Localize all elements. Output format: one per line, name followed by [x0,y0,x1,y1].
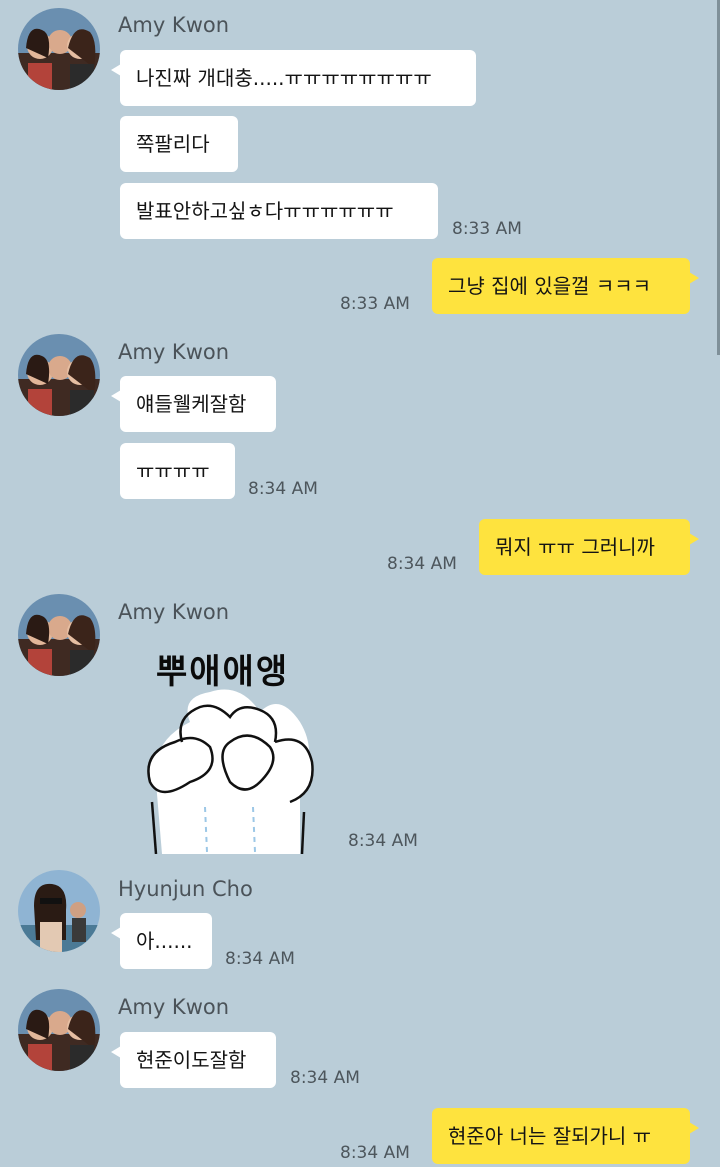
avatar-hyunjun-cho[interactable] [18,870,100,952]
sender-name: Amy Kwon [118,13,230,37]
message-bubble[interactable]: 아...... [111,913,212,969]
message-bubble[interactable]: 쪽팔리다 [120,116,238,172]
sender-name: Amy Kwon [118,995,230,1019]
message-timestamp: 8:34 AM [225,949,295,969]
message-timestamp: 8:34 AM [248,479,318,499]
message-timestamp: 8:33 AM [452,219,522,239]
sender-name: Amy Kwon [118,340,230,364]
message-timestamp: 8:34 AM [387,554,457,574]
message-bubble[interactable]: 얘들웰케잘함 [111,376,276,432]
sender-name: Hyunjun Cho [118,877,253,901]
message-timestamp: 8:34 AM [340,1143,410,1163]
outgoing-message-bubble[interactable]: 현준아 너는 잘되가니 ㅠ [432,1108,699,1164]
sticker-message[interactable]: 뿌애애앵 [120,632,340,854]
avatar-amy-kwon[interactable] [18,989,100,1071]
outgoing-message-bubble[interactable]: 그냥 집에 있을껄 ㅋㅋㅋ [432,258,699,314]
message-timestamp: 8:34 AM [348,831,418,851]
outgoing-message-bubble[interactable]: 뭐지 ㅠㅠ 그러니까 [479,519,699,575]
avatar-amy-kwon[interactable] [18,594,100,676]
profile-photo-icon [18,989,100,1071]
message-bubble[interactable]: 나진짜 개대충.....ㅠㅠㅠㅠㅠㅠㅠㅠ [111,50,476,106]
profile-photo-icon [18,870,100,952]
sender-name: Amy Kwon [118,600,230,624]
avatar-amy-kwon[interactable] [18,334,100,416]
message-bubble[interactable]: 현준이도잘함 [111,1032,276,1088]
sticker-caption: 뿌애애앵 [156,652,290,692]
profile-photo-icon [18,8,100,90]
message-timestamp: 8:33 AM [340,294,410,314]
profile-photo-icon [18,334,100,416]
message-bubble[interactable]: ㅠㅠㅠㅠ [120,443,235,499]
message-bubble[interactable]: 발표안하고싶ㅎ다ㅠㅠㅠㅠㅠㅠ [120,183,438,239]
profile-photo-icon [18,594,100,676]
message-timestamp: 8:34 AM [290,1068,360,1088]
avatar-amy-kwon[interactable] [18,8,100,90]
